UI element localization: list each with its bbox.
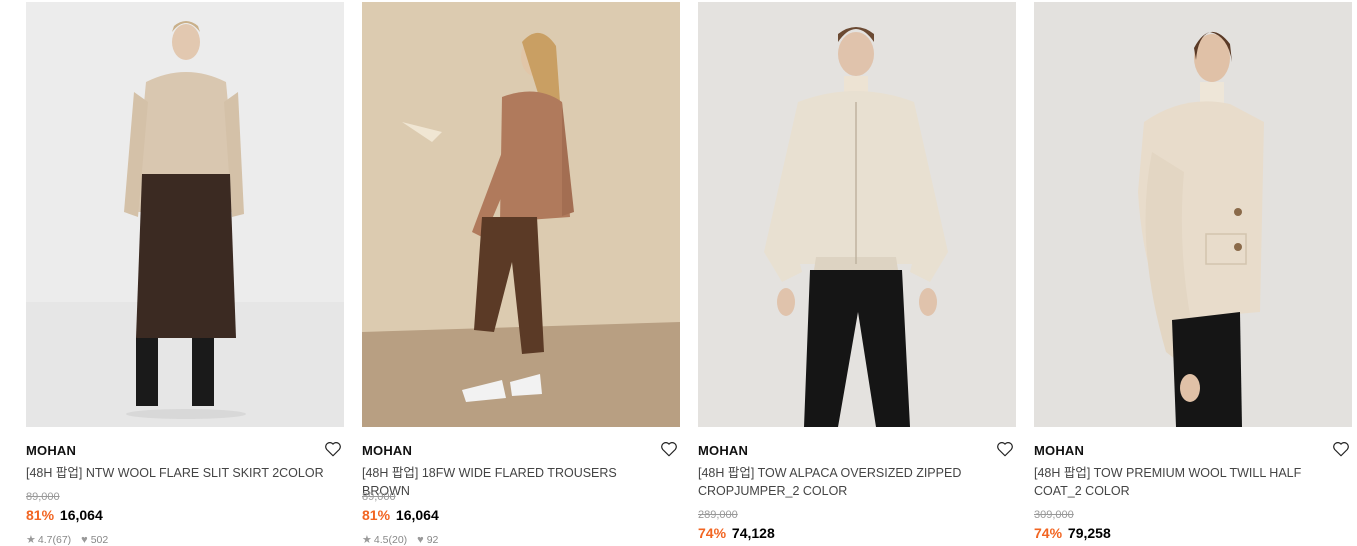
sale-price: 16,064 [59,507,103,523]
product-stats: ★ 4.5 (20) ♥ 92 [362,533,438,546]
like-count: 92 [426,534,439,546]
model-photo-icon [1034,2,1352,427]
sale-price: 79,258 [1067,525,1111,541]
brand-name[interactable]: MOHAN [698,442,1016,460]
brand-name[interactable]: MOHAN [362,442,680,460]
star-icon: ★ [362,534,372,546]
star-icon: ★ [26,534,36,546]
wishlist-heart-icon[interactable] [996,440,1014,458]
product-card[interactable]: MOHAN [48H 팝업] TOW PREMIUM WOOL TWILL HA… [1034,2,1352,546]
original-price: 89,000 [362,491,396,503]
original-price: 89,000 [26,491,60,503]
rating: 4.5 [373,534,389,546]
review-count: (20) [388,534,408,546]
sale-price-row: 81% 16,064 [26,505,344,525]
product-image[interactable] [1034,2,1352,427]
product-card[interactable]: MOHAN [48H 팝업] NTW WOOL FLARE SLIT SKIRT… [26,2,344,546]
brand-name[interactable]: MOHAN [1034,442,1352,460]
product-stats: ★ 4.7 (67) ♥ 502 [26,533,108,546]
product-title[interactable]: [48H 팝업] TOW ALPACA OVERSIZED ZIPPED CRO… [698,464,998,500]
sale-price: 74,128 [731,525,775,541]
brand-name[interactable]: MOHAN [26,442,344,460]
wishlist-heart-icon[interactable] [660,440,678,458]
sale-price-row: 74% 74,128 [698,523,1016,543]
product-grid: MOHAN [48H 팝업] NTW WOOL FLARE SLIT SKIRT… [26,2,1352,546]
product-image[interactable] [698,2,1016,427]
original-price: 309,000 [1034,509,1074,521]
product-image[interactable] [362,2,680,427]
product-card[interactable]: MOHAN [48H 팝업] TOW ALPACA OVERSIZED ZIPP… [698,2,1016,546]
model-photo-icon [362,2,680,427]
likes-heart-icon: ♥ [417,534,424,546]
product-title[interactable]: [48H 팝업] NTW WOOL FLARE SLIT SKIRT 2COLO… [26,464,326,482]
discount-percent: 81% [26,507,55,523]
sale-price-row: 74% 79,258 [1034,523,1352,543]
discount-percent: 81% [362,507,391,523]
rating: 4.7 [37,534,53,546]
review-count: (67) [52,534,72,546]
wishlist-heart-icon[interactable] [324,440,342,458]
model-photo-icon [26,2,344,427]
like-count: 502 [90,534,109,546]
original-price: 289,000 [698,509,738,521]
sale-price: 16,064 [395,507,439,523]
discount-percent: 74% [698,525,727,541]
discount-percent: 74% [1034,525,1063,541]
model-photo-icon [698,2,1016,427]
product-image[interactable] [26,2,344,427]
product-title[interactable]: [48H 팝업] TOW PREMIUM WOOL TWILL HALF COA… [1034,464,1334,500]
likes-heart-icon: ♥ [81,534,88,546]
product-card[interactable]: MOHAN [48H 팝업] 18FW WIDE FLARED TROUSERS… [362,2,680,546]
sale-price-row: 81% 16,064 [362,505,680,525]
wishlist-heart-icon[interactable] [1332,440,1350,458]
